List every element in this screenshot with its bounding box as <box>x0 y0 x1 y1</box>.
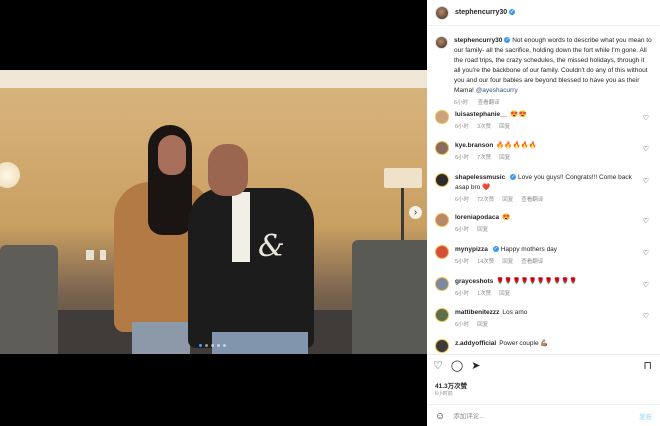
jacket-logo: & <box>258 229 285 264</box>
reply-button[interactable]: 回复 <box>502 259 513 265</box>
post-header: stephencurry30 ✓ <box>427 0 660 26</box>
heart-icon[interactable]: ♡ <box>643 249 649 257</box>
reply-button[interactable]: 回复 <box>499 291 510 297</box>
lamp <box>0 162 20 188</box>
avatar[interactable] <box>435 141 449 155</box>
avatar[interactable] <box>435 308 449 322</box>
heart-icon[interactable]: ♡ <box>643 217 649 225</box>
comment-username[interactable]: kye.branson <box>455 142 493 149</box>
media-area: & › <box>0 0 427 426</box>
comment-item: loreniapodaca 😍 6小时 回复 ♡ <box>435 213 657 235</box>
heart-icon[interactable]: ♡ <box>643 145 649 153</box>
comment-item: z.addyofficial Power couple 💪🏽 <box>435 339 657 353</box>
comment-username[interactable]: luisastephanie__ <box>455 111 507 118</box>
lamp <box>384 168 422 188</box>
caption-username[interactable]: stephencurry30 <box>454 37 502 44</box>
carousel-dot <box>223 344 226 347</box>
verified-icon: ✓ <box>504 37 511 43</box>
reply-button[interactable]: 回复 <box>499 124 510 130</box>
heart-icon[interactable]: ♡ <box>643 114 649 122</box>
comment-item: mynypizza ✓ Happy mothers day 5小时 14次赞 回复 查看… <box>435 245 657 267</box>
avatar[interactable] <box>435 5 449 20</box>
sofa <box>352 240 427 354</box>
post-button[interactable]: 发布 <box>639 411 652 421</box>
see-translation-link[interactable]: 查看翻译 <box>521 259 543 265</box>
carousel-dots <box>199 344 226 347</box>
comment-username[interactable]: mynypizza <box>455 246 488 253</box>
comment-item: mattibenitezzz Los amo 6小时 回复 ♡ <box>435 308 657 330</box>
see-translation-link[interactable]: 查看翻译 <box>478 100 500 106</box>
reply-button[interactable]: 回复 <box>499 155 510 161</box>
post-photo[interactable]: & <box>0 70 427 354</box>
post-side-panel: stephencurry30 ✓ stephencurry30 ✓ Not enou… <box>427 0 660 426</box>
next-arrow-icon[interactable]: › <box>409 206 422 219</box>
carousel-dot <box>211 344 214 347</box>
verified-icon: ✓ <box>510 174 517 180</box>
reply-button[interactable]: 回复 <box>477 227 488 233</box>
man-figure <box>188 188 314 348</box>
avatar[interactable] <box>435 339 449 353</box>
comment-username[interactable]: z.addyofficial <box>455 340 496 347</box>
sofa <box>0 245 58 354</box>
reply-button[interactable]: 回复 <box>477 322 488 328</box>
avatar[interactable] <box>435 277 449 291</box>
likes-count[interactable]: 41.3万次赞 <box>435 380 467 390</box>
verified-icon: ✓ <box>492 246 499 252</box>
heart-icon[interactable]: ♡ <box>643 312 649 320</box>
post-time: 6小时前 <box>435 391 453 397</box>
share-icon[interactable]: ➤ <box>471 359 480 372</box>
comment-item: grayceshots 🌹🌹🌹🌹🌹🌹🌹🌹🌹🌹 6小时 1次赞 回复 ♡ <box>435 277 657 299</box>
carousel-dot <box>199 344 202 347</box>
comment-username[interactable]: shapelessmusic <box>455 174 505 181</box>
comment-username[interactable]: grayceshots <box>455 278 493 285</box>
caption-text: Not enough words to describe what you me… <box>454 37 652 94</box>
heart-icon[interactable]: ♡ <box>643 177 649 185</box>
verified-icon: ✓ <box>509 9 516 15</box>
avatar[interactable] <box>435 36 448 49</box>
avatar[interactable] <box>435 110 449 124</box>
avatar[interactable] <box>435 245 449 259</box>
comment-item: shapelessmusic ✓ Love you guys!! Congrats… <box>435 173 657 205</box>
comment-item: luisastephanie__ 😍😍 6小时 3次赞 回复 ♡ <box>435 110 657 132</box>
comment-input[interactable] <box>453 412 624 420</box>
avatar[interactable] <box>435 173 449 187</box>
comment-username[interactable]: loreniapodaca <box>455 214 499 221</box>
add-comment-bar: ☺ 发布 <box>427 404 660 426</box>
avatar[interactable] <box>435 213 449 227</box>
comments-feed[interactable]: stephencurry30 ✓ Not enough words to desc… <box>427 26 660 354</box>
carousel-dot <box>217 344 220 347</box>
mention-link[interactable]: @ayeshacurry <box>476 87 518 94</box>
header-username[interactable]: stephencurry30 ✓ <box>455 9 516 16</box>
heart-icon[interactable]: ♡ <box>433 359 443 372</box>
reply-button[interactable]: 回复 <box>502 197 513 203</box>
instagram-post-modal: & › stephencurry30 ✓ stephencurry30 ✓ Not <box>0 0 660 426</box>
see-translation-link[interactable]: 查看翻译 <box>521 197 543 203</box>
comment-username[interactable]: mattibenitezzz <box>455 309 499 316</box>
carousel-dot <box>205 344 208 347</box>
heart-icon[interactable]: ♡ <box>643 281 649 289</box>
comment-item: kye.branson 🔥🔥🔥🔥🔥 6小时 7次赞 回复 ♡ <box>435 141 657 163</box>
post-actions: ♡ ◯ ➤ ⊓ 41.3万次赞 6小时前 ☺ 发布 <box>427 354 660 426</box>
caption: stephencurry30 ✓ Not enough words to desc… <box>435 36 657 108</box>
comment-icon[interactable]: ◯ <box>451 359 463 372</box>
bookmark-icon[interactable]: ⊓ <box>643 359 652 372</box>
emoji-icon[interactable]: ☺ <box>435 411 445 422</box>
caption-time: 6小时 <box>454 100 469 106</box>
